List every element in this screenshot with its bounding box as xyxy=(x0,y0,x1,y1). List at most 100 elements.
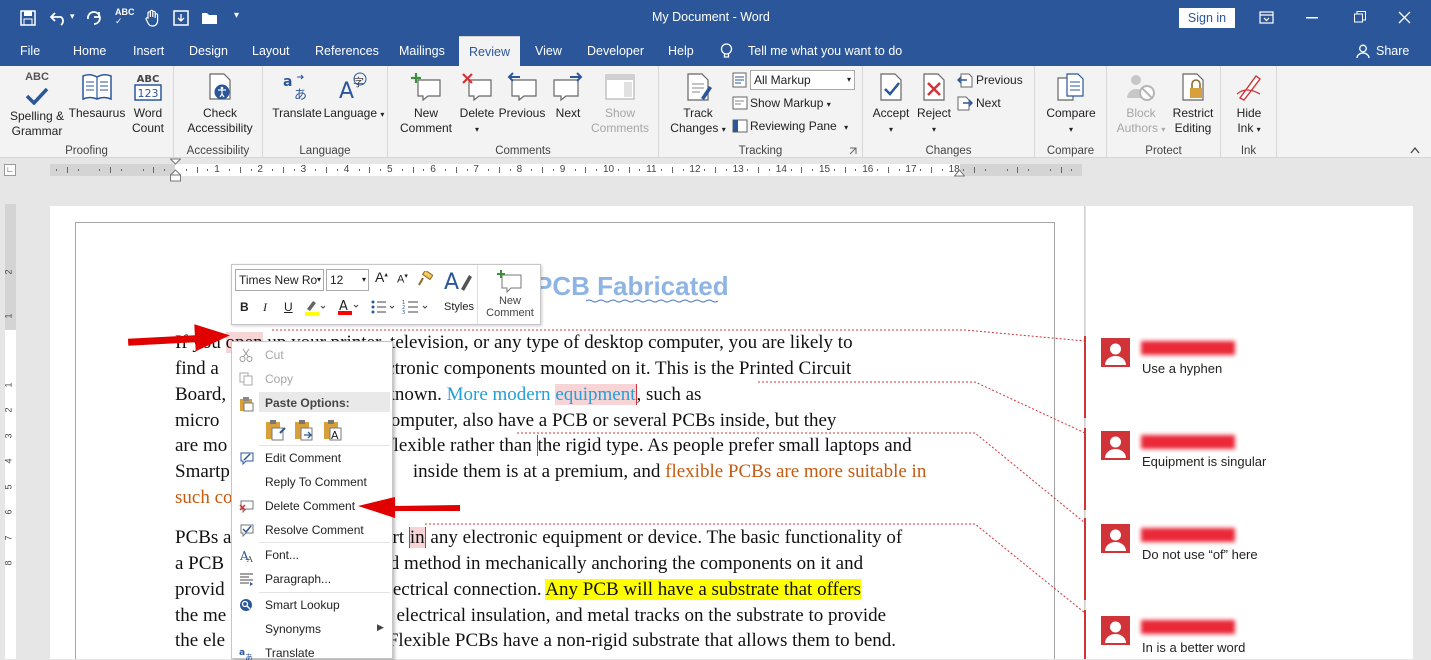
format-painter-icon[interactable] xyxy=(417,271,433,287)
menu-item-cut[interactable]: Cut xyxy=(265,348,284,362)
indent-markers-icon[interactable] xyxy=(170,158,181,182)
menu-item-edit-comment[interactable]: Edit Comment xyxy=(265,451,341,465)
underline-button[interactable]: U xyxy=(284,300,293,314)
comment-anchor-4[interactable]: in xyxy=(408,527,426,548)
italic-button[interactable]: I xyxy=(263,300,267,315)
mini-new-comment-button[interactable]: New Comment xyxy=(482,295,538,319)
comment-anchor-2[interactable]: equipment xyxy=(555,384,637,405)
grow-font-icon[interactable]: A▴ xyxy=(375,269,388,285)
highlight-color-icon[interactable] xyxy=(304,299,326,317)
undo-icon[interactable] xyxy=(50,10,68,26)
show-markup-button[interactable]: Show Markup ▾ xyxy=(750,95,831,113)
display-for-review-icon xyxy=(732,72,747,88)
close-icon[interactable] xyxy=(1398,11,1411,24)
open-folder-icon[interactable] xyxy=(201,10,218,25)
spelling-qat-icon[interactable]: ABC ✓ xyxy=(115,8,135,26)
save-as-icon[interactable] xyxy=(173,10,189,26)
bullets-icon[interactable] xyxy=(370,299,396,315)
word-count-button[interactable]: ABC 123 Word Count xyxy=(126,72,170,136)
restore-icon[interactable] xyxy=(1354,11,1366,23)
tab-file[interactable]: File xyxy=(18,36,42,66)
tab-mailings[interactable]: Mailings xyxy=(397,36,447,66)
accept-button[interactable]: Accept ▾ xyxy=(869,72,913,137)
shrink-font-icon[interactable]: A▾ xyxy=(397,272,408,286)
spelling-grammar-button[interactable]: ABC Spelling & Grammar xyxy=(5,72,69,139)
new-comment-button[interactable]: New Comment xyxy=(392,72,460,136)
restrict-editing-button[interactable]: Restrict Editing xyxy=(1167,72,1219,136)
menu-item-font[interactable]: Font... xyxy=(265,548,299,562)
tab-insert[interactable]: Insert xyxy=(131,36,166,66)
comment-text-4[interactable]: In is a better word xyxy=(1142,640,1245,655)
styles-button[interactable]: Styles xyxy=(444,301,474,313)
paste-merge-format-icon[interactable] xyxy=(293,419,315,441)
right-indent-icon[interactable] xyxy=(954,169,965,177)
vertical-ruler[interactable]: 2 1 1 2 3 4 5 6 7 8 xyxy=(0,182,18,659)
language-button[interactable]: A字 Language ▾ xyxy=(323,72,385,122)
tab-home[interactable]: Home xyxy=(71,36,108,66)
menu-item-delete-comment[interactable]: Delete Comment xyxy=(265,499,355,513)
previous-comment-button[interactable]: Previous xyxy=(496,72,548,121)
ruler-tick xyxy=(110,167,112,173)
font-color-icon[interactable]: A xyxy=(337,298,359,316)
tab-selector[interactable]: ∟ xyxy=(4,164,16,176)
touch-mode-icon[interactable] xyxy=(145,9,159,27)
menu-item-synonyms[interactable]: Synonyms xyxy=(265,622,321,636)
comment-text-3[interactable]: Do not use “of” here xyxy=(1142,547,1258,562)
comment-text-1[interactable]: Use a hyphen xyxy=(1142,361,1222,376)
reject-button[interactable]: Reject ▾ xyxy=(913,72,955,137)
tracking-dialog-launcher-icon[interactable] xyxy=(849,147,857,155)
tab-view[interactable]: View xyxy=(533,36,564,66)
delete-comment-ribbon-button[interactable]: Delete ▾ xyxy=(455,72,499,137)
track-changes-button[interactable]: Track Changes ▾ xyxy=(666,72,730,137)
document-heading[interactable]: PCB Fabricated xyxy=(535,271,729,302)
tab-references[interactable]: References xyxy=(313,36,381,66)
share-button[interactable]: Share xyxy=(1374,36,1411,66)
paste-keep-source-icon[interactable] xyxy=(264,419,286,441)
sign-in-button[interactable]: Sign in xyxy=(1179,8,1235,28)
previous-change-button[interactable]: Previous xyxy=(976,72,1023,88)
hide-ink-button[interactable]: Hide Ink ▾ xyxy=(1225,72,1273,137)
doc-line-7[interactable]: such co xyxy=(175,487,233,509)
compare-button[interactable]: Compare ▾ xyxy=(1039,72,1103,137)
comment-anchor-3[interactable]: the rigid type. As people prefer small l… xyxy=(536,435,912,456)
next-comment-button[interactable]: Next xyxy=(548,72,588,121)
collapse-ribbon-icon[interactable] xyxy=(1410,146,1420,154)
horizontal-ruler[interactable]: ∟ 1 2 3 4 5 6 7 8 9 10 11 12 13 14 15 16 17 18 xyxy=(0,158,1431,182)
ribbon-display-options-icon[interactable] xyxy=(1259,11,1274,24)
check-accessibility-button[interactable]: Check Accessibility xyxy=(182,72,258,136)
numbering-icon[interactable]: 123 xyxy=(402,299,430,315)
save-icon[interactable] xyxy=(20,10,36,26)
tab-design[interactable]: Design xyxy=(187,36,230,66)
menu-item-resolve-comment[interactable]: Resolve Comment xyxy=(265,523,364,537)
menu-separator xyxy=(259,445,390,446)
show-comments-button[interactable]: Show Comments xyxy=(586,72,654,136)
redo-icon[interactable] xyxy=(86,10,102,26)
menu-item-reply-to-comment[interactable]: Reply To Comment xyxy=(265,475,367,489)
undo-dropdown-icon[interactable]: ▾ xyxy=(70,11,75,22)
ruler-tick xyxy=(931,167,932,173)
tab-help[interactable]: Help xyxy=(666,36,696,66)
reviewing-pane-button[interactable]: Reviewing Pane ▾ xyxy=(750,118,848,136)
menu-item-translate[interactable]: Translate xyxy=(265,646,315,660)
ruler-tick xyxy=(380,169,382,171)
bold-button[interactable]: B xyxy=(240,300,249,314)
paste-text-only-icon[interactable]: A xyxy=(322,419,344,441)
font-size-select[interactable]: 12 ▾ xyxy=(326,269,369,291)
ruler-tick xyxy=(239,167,241,173)
comment-text-2[interactable]: Equipment is singular xyxy=(1142,454,1266,469)
menu-item-paragraph[interactable]: Paragraph... xyxy=(265,572,331,586)
block-authors-button[interactable]: Block Authors ▾ xyxy=(1113,72,1169,137)
tell-me-input[interactable]: Tell me what you want to do xyxy=(746,36,904,66)
menu-item-copy[interactable]: Copy xyxy=(265,372,293,386)
thesaurus-button[interactable]: Thesaurus xyxy=(68,72,126,121)
translate-button[interactable]: aあ Translate xyxy=(270,72,324,121)
customize-qat-icon[interactable]: ▾ xyxy=(234,10,239,21)
minimize-icon[interactable] xyxy=(1306,17,1318,19)
tab-developer[interactable]: Developer xyxy=(585,36,646,66)
font-name-select[interactable]: Times New Ro ▾ xyxy=(235,269,324,291)
menu-item-smart-lookup[interactable]: Smart Lookup xyxy=(265,598,340,612)
tab-review[interactable]: Review xyxy=(459,36,520,67)
next-change-button[interactable]: Next xyxy=(976,95,1001,111)
display-for-review-select[interactable]: All Markup ▾ xyxy=(750,70,855,90)
tab-layout[interactable]: Layout xyxy=(250,36,292,66)
